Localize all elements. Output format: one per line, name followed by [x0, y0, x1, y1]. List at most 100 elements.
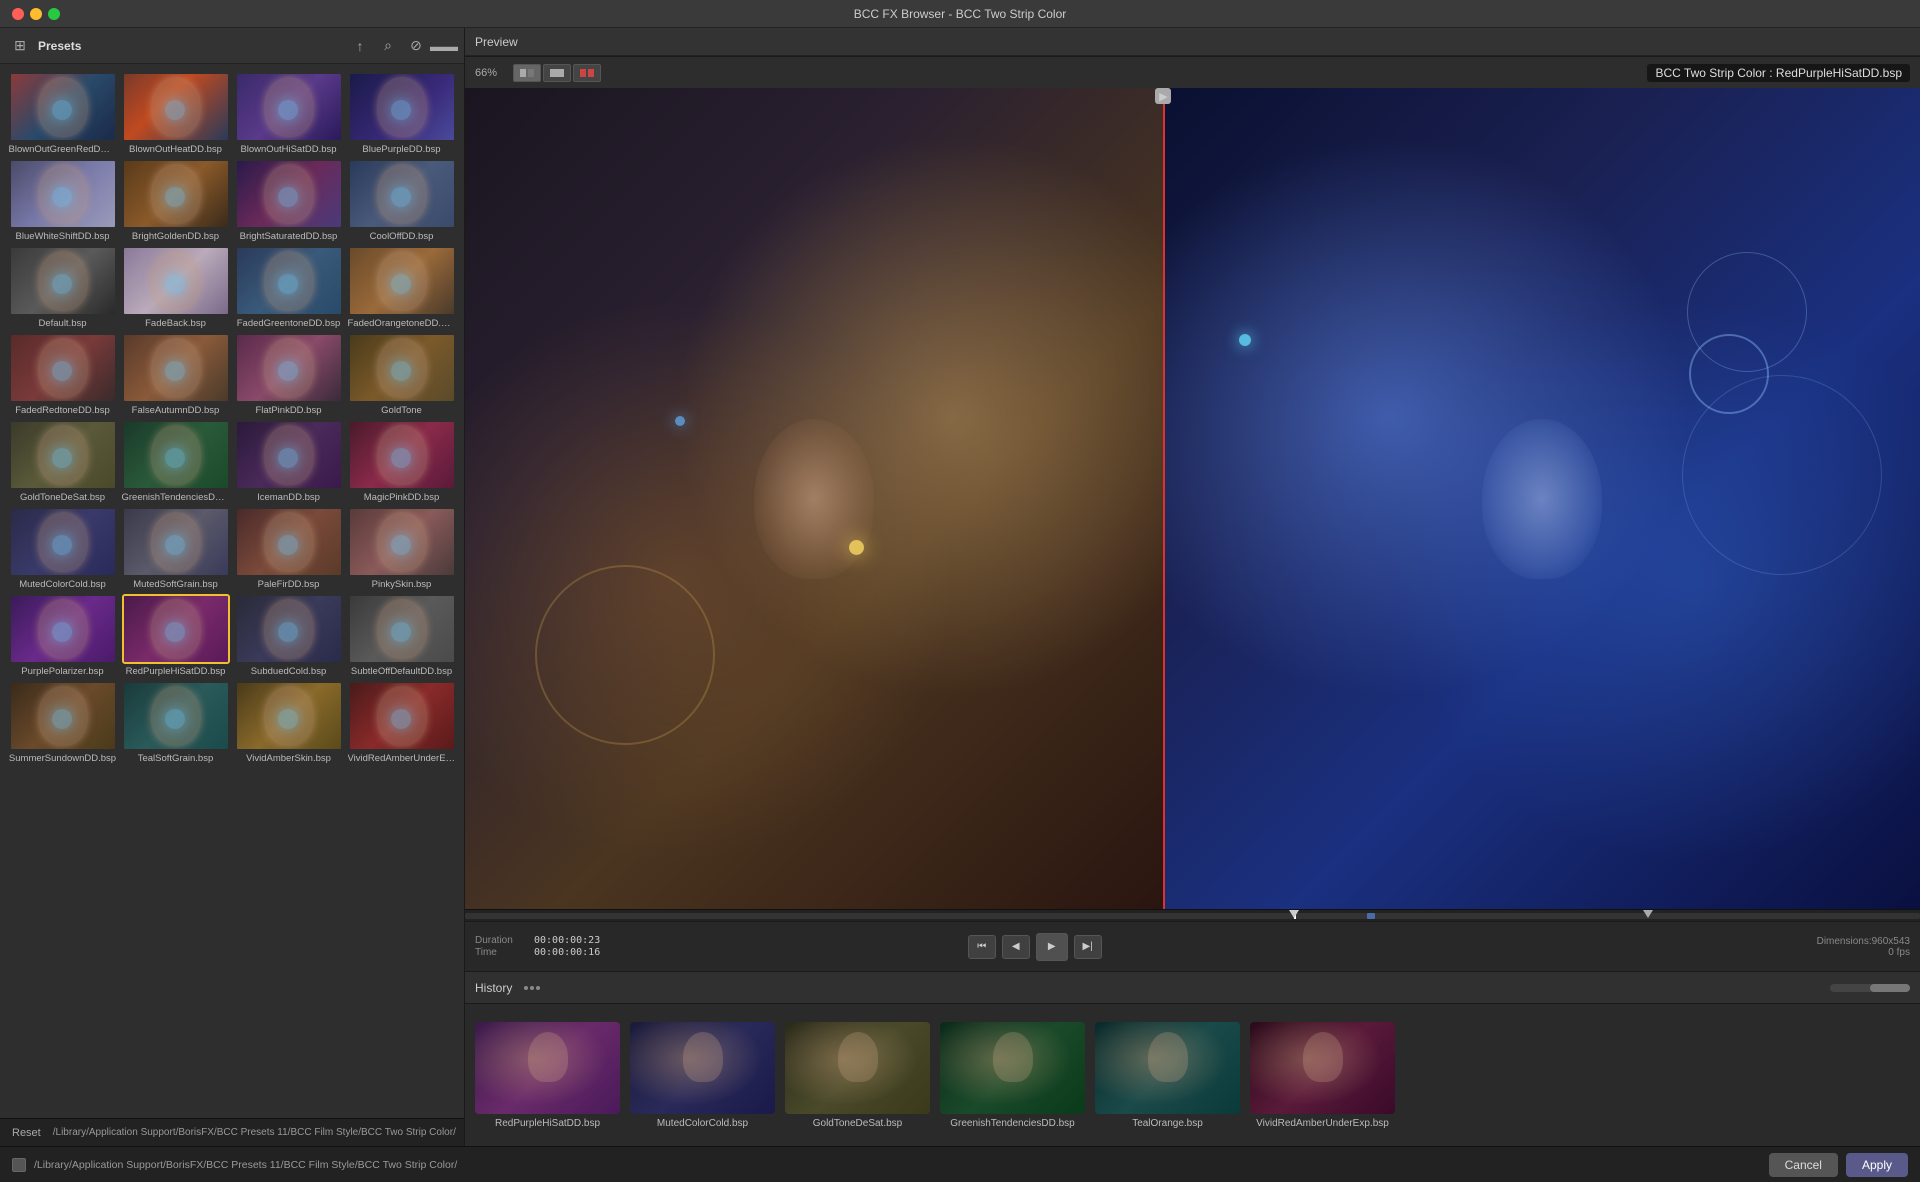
dimensions-text: Dimensions:960x543 [1817, 936, 1910, 947]
preset-thumb-21 [122, 507, 230, 577]
preset-item-28[interactable]: SummerSundownDD.bsp [8, 681, 117, 764]
preset-label-2: BlownOutHiSatDD.bsp [240, 144, 336, 155]
sparkle-2 [675, 416, 685, 426]
preset-thumb-31 [348, 681, 456, 751]
preset-item-17[interactable]: GreenishTendenciesDD.bsp [121, 420, 230, 503]
preset-item-27[interactable]: SubtleOffDefaultDD.bsp [347, 594, 456, 677]
maximize-button[interactable] [48, 8, 60, 20]
clock-shape [535, 565, 715, 745]
upload-icon[interactable]: ↑ [350, 36, 370, 56]
preset-label-25: RedPurpleHiSatDD.bsp [126, 666, 226, 677]
history-item-3[interactable]: GreenishTendenciesDD.bsp [940, 1022, 1085, 1129]
history-scroll-area[interactable]: RedPurpleHiSatDD.bsp MutedColorCold.bsp Go… [465, 1004, 1920, 1146]
history-item-label-0: RedPurpleHiSatDD.bsp [495, 1118, 600, 1129]
view-btn-1[interactable] [513, 64, 541, 82]
preset-item-5[interactable]: BrightGoldenDD.bsp [121, 159, 230, 242]
preset-item-4[interactable]: BlueWhiteShiftDD.bsp [8, 159, 117, 242]
preset-item-19[interactable]: MagicPinkDD.bsp [347, 420, 456, 503]
history-item-label-2: GoldToneDeSat.bsp [813, 1118, 903, 1129]
preset-item-9[interactable]: FadeBack.bsp [121, 246, 230, 329]
preset-item-25[interactable]: RedPurpleHiSatDD.bsp [121, 594, 230, 677]
preset-thumb-17 [122, 420, 230, 490]
history-header: History [465, 972, 1920, 1004]
preset-item-16[interactable]: GoldToneDeSat.bsp [8, 420, 117, 503]
preset-item-3[interactable]: BluePurpleDD.bsp [347, 72, 456, 155]
filter-icon[interactable]: ⊘ [406, 36, 426, 56]
preview-left [465, 88, 1163, 909]
preset-item-2[interactable]: BlownOutHiSatDD.bsp [234, 72, 343, 155]
history-thumb-4 [1095, 1022, 1240, 1114]
history-item-label-1: MutedColorCold.bsp [657, 1118, 748, 1129]
play-button[interactable]: ▶ [1036, 933, 1068, 961]
cancel-button[interactable]: Cancel [1769, 1153, 1838, 1177]
preset-item-1[interactable]: BlownOutHeatDD.bsp [121, 72, 230, 155]
checkbox-wrap [12, 1158, 26, 1172]
preset-thumb-0 [9, 72, 117, 142]
history-scrollbar[interactable] [1830, 984, 1910, 992]
preset-label-10: FadedGreentoneDD.bsp [237, 318, 341, 329]
preset-item-12[interactable]: FadedRedtoneDD.bsp [8, 333, 117, 416]
history-menu[interactable] [520, 976, 544, 1000]
timeline-scrub[interactable] [465, 909, 1920, 921]
preset-item-26[interactable]: SubduedCold.bsp [234, 594, 343, 677]
preset-item-29[interactable]: TealSoftGrain.bsp [121, 681, 230, 764]
skip-back-button[interactable]: ⏮ [968, 935, 996, 959]
preset-grid-container[interactable]: BlownOutGreenRedDD.bspBlownOutHeatDD.bsp… [0, 64, 464, 1118]
history-item-1[interactable]: MutedColorCold.bsp [630, 1022, 775, 1129]
preview-area: ▶ [465, 88, 1920, 909]
close-button[interactable] [12, 8, 24, 20]
preset-thumb-28 [9, 681, 117, 751]
preset-item-8[interactable]: Default.bsp [8, 246, 117, 329]
preset-thumb-12 [9, 333, 117, 403]
preset-item-31[interactable]: VividRedAmberUnderExp.bsp [347, 681, 456, 764]
preset-thumb-19 [348, 420, 456, 490]
prev-frame-button[interactable]: ◀ [1002, 935, 1030, 959]
minimize-button[interactable] [30, 8, 42, 20]
preset-item-24[interactable]: PurplePolarizer.bsp [8, 594, 117, 677]
remember-checkbox[interactable] [12, 1158, 26, 1172]
preset-item-0[interactable]: BlownOutGreenRedDD.bsp [8, 72, 117, 155]
preset-label-24: PurplePolarizer.bsp [21, 666, 103, 677]
left-panel: ⊞ Presets ↑ ⌕ ⊘ ▬▬ BlownOutGreenRedDD.bs… [0, 28, 465, 1146]
preset-item-22[interactable]: PaleFirDD.bsp [234, 507, 343, 590]
history-section: History RedPurpleHiSatDD.bsp MutedColorCo… [465, 971, 1920, 1146]
preset-item-30[interactable]: VividAmberSkin.bsp [234, 681, 343, 764]
history-tab[interactable]: History [475, 981, 512, 995]
preset-item-14[interactable]: FlatPinkDD.bsp [234, 333, 343, 416]
next-frame-button[interactable]: ▶| [1074, 935, 1102, 959]
size-slider[interactable]: ▬▬ [434, 36, 454, 56]
preset-label-31: VividRedAmberUnderExp.bsp [348, 753, 456, 764]
view-btn-3[interactable] [573, 64, 601, 82]
reset-button[interactable]: Reset [8, 1125, 45, 1141]
bottom-bar: /Library/Application Support/BorisFX/BCC… [0, 1146, 1920, 1182]
time-value: 00:00:00:16 [534, 947, 600, 958]
preset-item-18[interactable]: IcemanDD.bsp [234, 420, 343, 503]
preset-item-7[interactable]: CoolOffDD.bsp [347, 159, 456, 242]
preset-item-11[interactable]: FadedOrangetoneDD.bsp [347, 246, 456, 329]
duration-value: 00:00:00:23 [534, 935, 600, 946]
preset-thumb-6 [235, 159, 343, 229]
sparkle-r1 [1239, 334, 1251, 346]
preset-item-15[interactable]: GoldTone [347, 333, 456, 416]
preset-item-23[interactable]: PinkySkin.bsp [347, 507, 456, 590]
grid-icon[interactable]: ⊞ [10, 36, 30, 56]
history-item-2[interactable]: GoldToneDeSat.bsp [785, 1022, 930, 1129]
preset-item-6[interactable]: BrightSaturatedDD.bsp [234, 159, 343, 242]
preset-label-28: SummerSundownDD.bsp [9, 753, 116, 764]
preset-label-19: MagicPinkDD.bsp [364, 492, 440, 503]
history-item-5[interactable]: VividRedAmberUnderExp.bsp [1250, 1022, 1395, 1129]
preset-thumb-5 [122, 159, 230, 229]
preset-thumb-13 [122, 333, 230, 403]
history-item-0[interactable]: RedPurpleHiSatDD.bsp [475, 1022, 620, 1129]
preset-item-20[interactable]: MutedColorCold.bsp [8, 507, 117, 590]
search-icon[interactable]: ⌕ [378, 36, 398, 56]
preset-item-10[interactable]: FadedGreentoneDD.bsp [234, 246, 343, 329]
preset-item-21[interactable]: MutedSoftGrain.bsp [121, 507, 230, 590]
view-btn-2[interactable] [543, 64, 571, 82]
split-handle[interactable]: ▶ [1155, 88, 1171, 104]
presets-label: Presets [38, 39, 81, 53]
history-item-4[interactable]: TealOrange.bsp [1095, 1022, 1240, 1129]
history-thumb-5 [1250, 1022, 1395, 1114]
preset-item-13[interactable]: FalseAutumnDD.bsp [121, 333, 230, 416]
apply-button[interactable]: Apply [1846, 1153, 1908, 1177]
